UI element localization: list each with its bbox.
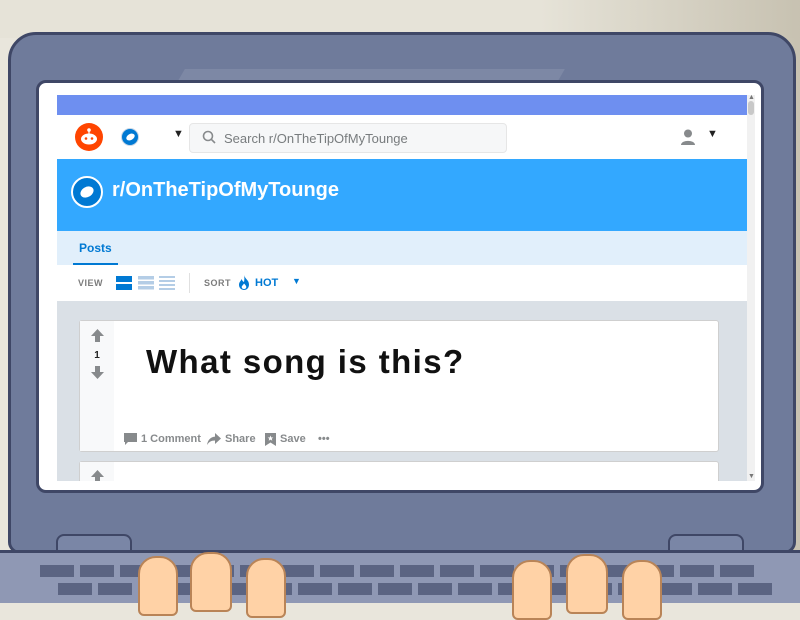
save-button[interactable]: Save bbox=[265, 431, 311, 447]
finger bbox=[246, 558, 286, 618]
reddit-logo-icon[interactable] bbox=[75, 123, 103, 151]
share-button[interactable]: Share bbox=[207, 431, 259, 447]
sort-label: SORT bbox=[204, 278, 232, 288]
finger bbox=[566, 554, 608, 614]
community-dropdown-caret-icon[interactable]: ▼ bbox=[173, 128, 184, 140]
finger bbox=[190, 552, 232, 612]
site-header: ▼ ▼ bbox=[57, 115, 747, 160]
more-options-icon: ••• bbox=[318, 433, 330, 445]
laptop-keyboard-base bbox=[0, 550, 800, 603]
save-label: Save bbox=[280, 433, 306, 445]
search-icon bbox=[202, 130, 216, 144]
card-view-icon[interactable] bbox=[116, 276, 132, 290]
compact-view-icon[interactable] bbox=[159, 276, 175, 290]
view-label: VIEW bbox=[78, 278, 104, 288]
bookmark-icon bbox=[265, 433, 276, 446]
share-icon bbox=[207, 433, 221, 445]
laptop-screen: ▼ ▼ r/OnTheTipOfMyTounge Posts VIEW bbox=[36, 80, 764, 493]
finger bbox=[622, 560, 662, 620]
upvote-arrow-icon[interactable] bbox=[91, 470, 104, 481]
vote-column: 1 bbox=[80, 321, 114, 451]
post-card[interactable] bbox=[79, 461, 719, 481]
browser-viewport: ▼ ▼ r/OnTheTipOfMyTounge Posts VIEW bbox=[57, 95, 747, 481]
vote-score: 1 bbox=[94, 350, 100, 361]
post-title[interactable]: What song is this? bbox=[146, 343, 465, 381]
tab-posts[interactable]: Posts bbox=[73, 231, 118, 265]
scroll-thumb[interactable] bbox=[748, 101, 754, 115]
post-card[interactable]: 1 What song is this? 1 Comment Share Sav… bbox=[79, 320, 719, 452]
top-accent-bar bbox=[57, 95, 747, 115]
user-menu-caret-icon[interactable]: ▼ bbox=[707, 128, 718, 140]
divider bbox=[189, 273, 190, 293]
classic-view-icon[interactable] bbox=[138, 276, 154, 290]
subreddit-title: r/OnTheTipOfMyTounge bbox=[112, 179, 340, 201]
community-leaf-icon[interactable] bbox=[121, 128, 139, 146]
downvote-arrow-icon[interactable] bbox=[91, 366, 104, 379]
scroll-down-arrow-icon[interactable]: ▼ bbox=[748, 473, 755, 481]
page-scrollbar[interactable]: ▲ ▼ bbox=[747, 94, 755, 481]
comment-icon bbox=[124, 433, 137, 445]
search-bar[interactable] bbox=[189, 123, 507, 153]
finger bbox=[512, 560, 552, 620]
subreddit-leaf-icon bbox=[71, 176, 103, 208]
subreddit-banner: r/OnTheTipOfMyTounge bbox=[57, 159, 747, 231]
sort-dropdown-caret-icon[interactable]: ▼ bbox=[292, 276, 301, 286]
search-input[interactable] bbox=[224, 124, 494, 152]
view-sort-bar: VIEW SORT HOT ▼ bbox=[57, 265, 747, 301]
comments-label: 1 Comment bbox=[141, 433, 201, 445]
finger bbox=[138, 556, 178, 616]
sort-value[interactable]: HOT bbox=[255, 277, 278, 289]
user-icon[interactable] bbox=[679, 128, 697, 146]
upvote-arrow-icon[interactable] bbox=[91, 329, 104, 342]
subreddit-tabs: Posts bbox=[57, 231, 747, 265]
flame-icon[interactable] bbox=[238, 275, 250, 290]
more-options-button[interactable]: ••• bbox=[318, 431, 338, 447]
share-label: Share bbox=[225, 433, 256, 445]
comments-button[interactable]: 1 Comment bbox=[124, 431, 204, 447]
vote-column bbox=[80, 462, 114, 481]
